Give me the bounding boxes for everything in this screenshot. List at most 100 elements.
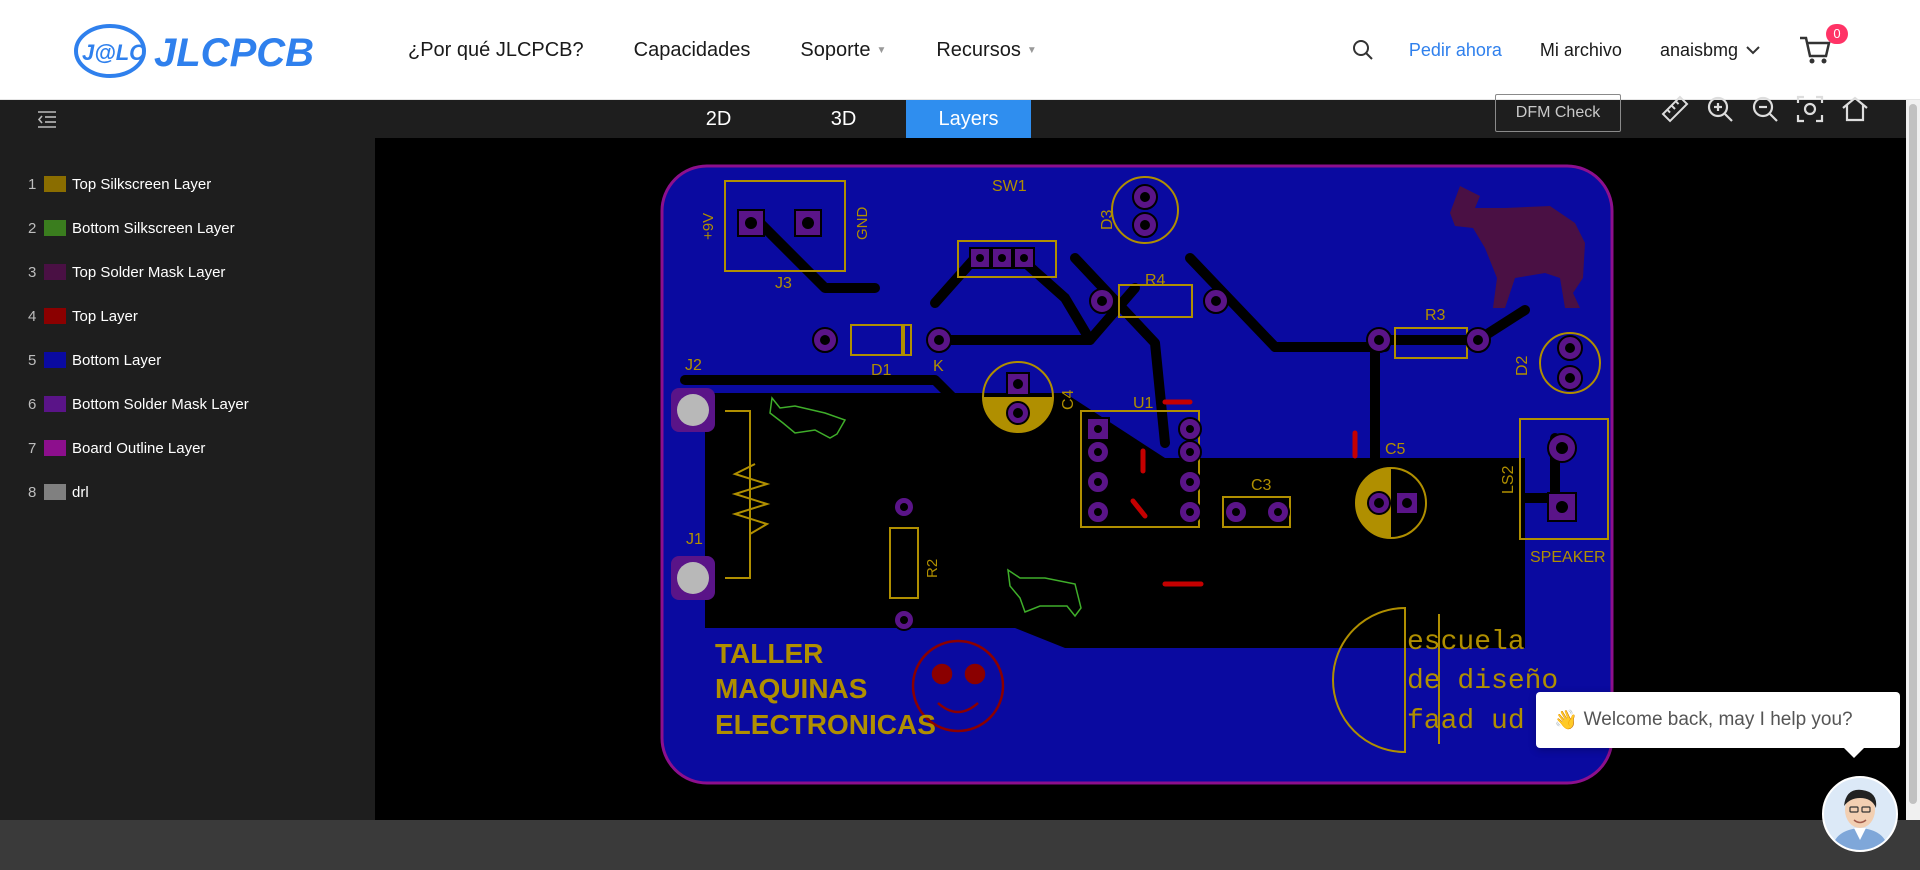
layer-item[interactable]: 7 Board Outline Layer — [0, 426, 375, 470]
tab-3d[interactable]: 3D — [781, 100, 906, 138]
my-files-link[interactable]: Mi archivo — [1540, 40, 1622, 61]
layer-color-swatch[interactable] — [44, 220, 66, 236]
label-speaker: SPEAKER — [1530, 549, 1606, 566]
layer-number: 8 — [28, 483, 37, 501]
layer-number: 3 — [28, 263, 37, 281]
chat-welcome-bubble[interactable]: 👋 Welcome back, may I help you? — [1536, 692, 1900, 758]
layer-item[interactable]: 4 Top Layer — [0, 294, 375, 338]
logo-text: JLCPCB — [154, 31, 314, 75]
label-j3: J3 — [775, 275, 792, 292]
search-icon[interactable] — [1351, 38, 1375, 62]
label-c3: C3 — [1251, 477, 1272, 494]
username: anaisbmg — [1659, 39, 1738, 60]
label-j1: J1 — [686, 531, 703, 548]
layer-color-swatch[interactable] — [44, 176, 66, 192]
dfm-check-button[interactable]: DFM Check — [1495, 94, 1621, 132]
layer-color-swatch[interactable] — [44, 484, 66, 500]
layer-color-swatch[interactable] — [44, 440, 66, 456]
layer-name: Bottom Layer — [72, 351, 162, 369]
nav-support-label: Soporte — [800, 38, 871, 61]
caret-down-icon: ▼ — [1026, 44, 1037, 56]
layer-color-swatch[interactable] — [44, 264, 66, 280]
label-j2: J2 — [685, 357, 702, 374]
layer-color-swatch[interactable] — [44, 308, 66, 324]
layer-number: 5 — [28, 351, 37, 369]
label-d1: D1 — [871, 362, 892, 379]
label-r3: R3 — [1425, 307, 1446, 324]
viewer-tools — [1660, 94, 1885, 124]
layer-item[interactable]: 2 Bottom Silkscreen Layer — [0, 206, 375, 250]
layer-color-swatch[interactable] — [44, 396, 66, 412]
nav-why-jlcpcb[interactable]: ¿Por qué JLCPCB? — [408, 39, 584, 62]
layer-name: Top Solder Mask Layer — [72, 263, 226, 281]
layer-item[interactable]: 1 Top Silkscreen Layer — [0, 162, 375, 206]
layer-number: 6 — [28, 395, 37, 413]
title-line-2: MAQUINAS — [715, 673, 867, 704]
label-d3: D3 — [1099, 209, 1116, 230]
layer-item[interactable]: 8 drl — [0, 470, 375, 514]
main-nav: ¿Por qué JLCPCB? Capacidades Soporte ▼ Re… — [408, 0, 1087, 100]
layer-name: Bottom Solder Mask Layer — [72, 395, 249, 413]
title-line-1: TALLER — [715, 638, 823, 669]
page-scrollbar[interactable] — [1906, 100, 1920, 820]
label-ls2: LS2 — [1500, 465, 1517, 494]
chat-message: Welcome back, may I help you? — [1583, 709, 1853, 730]
zoom-in-icon[interactable] — [1705, 94, 1735, 124]
school-line-1: escuela — [1407, 627, 1525, 658]
nav-capabilities-label: Capacidades — [633, 38, 751, 61]
label-r2: R2 — [924, 559, 941, 578]
tab-layers[interactable]: Layers — [906, 100, 1031, 138]
layer-number: 4 — [28, 307, 37, 325]
view-tabs: 2D 3D Layers — [656, 100, 1031, 138]
cart-count-badge: 0 — [1826, 24, 1848, 44]
layer-name: Board Outline Layer — [72, 439, 206, 457]
wave-icon: 👋 — [1554, 710, 1578, 731]
zoom-out-icon[interactable] — [1750, 94, 1780, 124]
caret-down-icon: ▼ — [876, 44, 887, 56]
jlcpcb-logo[interactable]: J@LC JLCPCB — [74, 22, 334, 80]
label-u1: U1 — [1133, 395, 1154, 412]
layer-name: Top Silkscreen Layer — [72, 175, 212, 193]
nav-resources-label: Recursos — [936, 38, 1021, 61]
layer-name: drl — [72, 483, 89, 501]
nav-actions: Pedir ahora Mi archivo anaisbmg 0 — [1351, 0, 1848, 100]
layer-item[interactable]: 6 Bottom Solder Mask Layer — [0, 382, 375, 426]
school-line-3: faad ud — [1407, 706, 1525, 737]
nav-resources[interactable]: Recursos ▼ — [936, 39, 1036, 62]
layer-number: 1 — [28, 175, 37, 193]
label-sw1: SW1 — [992, 178, 1027, 195]
cart-button[interactable]: 0 — [1798, 24, 1848, 66]
label-c5: C5 — [1385, 441, 1406, 458]
label-k: K — [933, 358, 944, 375]
school-line-2: de diseño — [1407, 666, 1558, 697]
order-now-link[interactable]: Pedir ahora — [1409, 40, 1502, 61]
chevron-down-icon — [1746, 46, 1760, 55]
collapse-menu-icon[interactable] — [36, 108, 58, 130]
layer-item[interactable]: 3 Top Solder Mask Layer — [0, 250, 375, 294]
layer-item[interactable]: 5 Bottom Layer — [0, 338, 375, 382]
logo-mark: J@LC — [82, 40, 146, 65]
title-line-3: ELECTRONICAS — [715, 709, 936, 740]
ruler-icon[interactable] — [1660, 94, 1690, 124]
home-icon[interactable] — [1840, 94, 1870, 124]
nav-why-label: ¿Por qué JLCPCB? — [408, 38, 584, 61]
nav-capabilities[interactable]: Capacidades — [634, 39, 751, 62]
viewer-toolbar: 2D 3D Layers DFM Check — [0, 94, 1906, 138]
label-plus9v: +9V — [700, 213, 717, 240]
top-navigation: J@LC JLCPCB ¿Por qué JLCPCB? Capacidades… — [0, 0, 1920, 100]
tab-2d[interactable]: 2D — [656, 100, 781, 138]
label-gnd: GND — [854, 207, 871, 241]
layer-color-swatch[interactable] — [44, 352, 66, 368]
label-d2: D2 — [1514, 355, 1531, 376]
user-menu[interactable]: anaisbmg — [1660, 40, 1760, 61]
scrollbar-thumb[interactable] — [1909, 104, 1917, 804]
layer-list: 1 Top Silkscreen Layer 2 Bottom Silkscreen … — [0, 138, 375, 820]
layer-name: Top Layer — [72, 307, 138, 325]
label-r4: R4 — [1145, 272, 1166, 289]
layer-number: 2 — [28, 219, 37, 237]
fit-view-icon[interactable] — [1795, 94, 1825, 124]
chat-support-avatar[interactable] — [1822, 776, 1898, 852]
layer-name: Bottom Silkscreen Layer — [72, 219, 235, 237]
nav-support[interactable]: Soporte ▼ — [800, 39, 886, 62]
label-c4: C4 — [1060, 389, 1077, 410]
